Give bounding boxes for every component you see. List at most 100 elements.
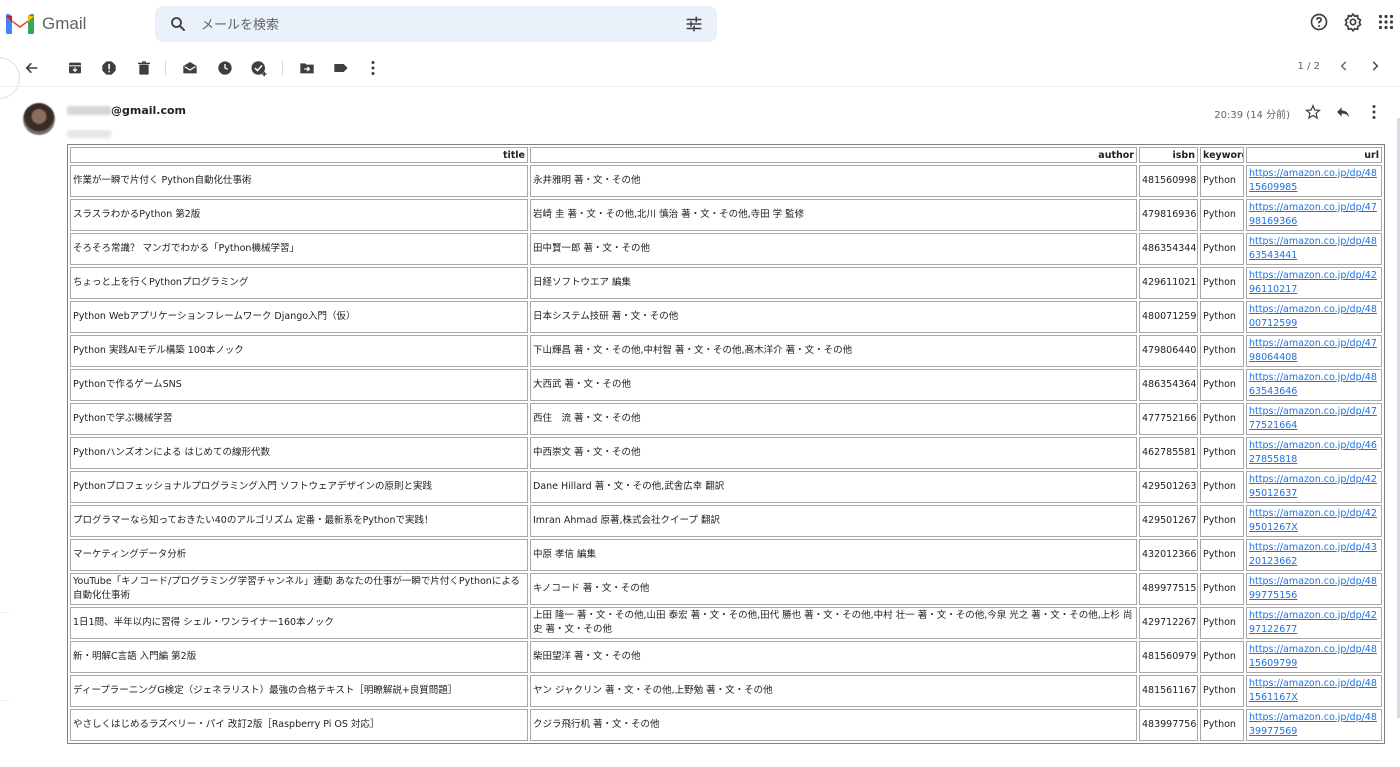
snooze-icon[interactable] (216, 59, 234, 77)
apps-grid-icon[interactable] (1378, 14, 1394, 30)
chevron-right-icon[interactable] (1368, 59, 1382, 73)
cell-keyword: Python (1200, 267, 1244, 299)
recipient-line[interactable] (67, 123, 111, 142)
table-row: YouTube「キノコード/プログラミング学習チャンネル」連動 あなたの仕事が一… (70, 573, 1382, 605)
amazon-link[interactable]: https://amazon.co.jp/dp/481561167X (1249, 677, 1379, 705)
cell-isbn: 4815609985 (1139, 165, 1198, 197)
cell-isbn: 4777521664 (1139, 403, 1198, 435)
cell-isbn: 481561167X (1139, 675, 1198, 707)
table-row: Pythonプロフェッショナルプログラミング入門 ソフトウェアデザインの原則と実… (70, 471, 1382, 503)
amazon-link[interactable]: https://amazon.co.jp/dp/4627855818 (1249, 439, 1379, 467)
amazon-link[interactable]: https://amazon.co.jp/dp/4839977569 (1249, 711, 1379, 739)
cell-url: https://amazon.co.jp/dp/481561167X (1246, 675, 1382, 707)
cell-url: https://amazon.co.jp/dp/4798064408 (1246, 335, 1382, 367)
amazon-link[interactable]: https://amazon.co.jp/dp/4295012637 (1249, 473, 1379, 501)
cell-keyword: Python (1200, 505, 1244, 537)
cell-author: 上田 隆一 著・文・その他,山田 泰宏 著・文・その他,田代 勝也 著・文・その… (530, 607, 1137, 639)
move-to-icon[interactable] (298, 59, 316, 77)
amazon-link[interactable]: https://amazon.co.jp/dp/4296110217 (1249, 269, 1379, 297)
table-row: スラスラわかるPython 第2版 岩崎 圭 著・文・その他,北川 慎治 著・文・… (70, 199, 1382, 231)
sender-avatar[interactable] (23, 103, 55, 135)
mark-unread-icon[interactable] (181, 59, 199, 77)
cell-url: https://amazon.co.jp/dp/4798169366 (1246, 199, 1382, 231)
help-icon[interactable] (1309, 12, 1329, 32)
cell-isbn: 4800712599 (1139, 301, 1198, 333)
cell-keyword: Python (1200, 641, 1244, 673)
cell-keyword: Python (1200, 199, 1244, 231)
table-row: マーケティングデータ分析 中原 孝信 編集 4320123662 Python http… (70, 539, 1382, 571)
amazon-link[interactable]: https://amazon.co.jp/dp/4863543646 (1249, 371, 1379, 399)
more-vert-icon[interactable] (364, 59, 382, 77)
delete-icon[interactable] (135, 59, 153, 77)
cell-url: https://amazon.co.jp/dp/4777521664 (1246, 403, 1382, 435)
cell-isbn: 429501267X (1139, 505, 1198, 537)
cell-author: クジラ飛行机 著・文・その他 (530, 709, 1137, 741)
star-icon[interactable] (1305, 104, 1321, 120)
cell-author: 西住 流 著・文・その他 (530, 403, 1137, 435)
table-row: ちょっと上を行くPythonプログラミング 日経ソフトウエア 編集 42961102… (70, 267, 1382, 299)
cell-author: 日本システム技研 著・文・その他 (530, 301, 1137, 333)
cell-keyword: Python (1200, 675, 1244, 707)
header-keyword: keyword (1200, 147, 1244, 163)
sender-email-domain: @gmail.com (111, 104, 187, 117)
search-input[interactable] (199, 10, 663, 40)
search-options-icon[interactable] (685, 15, 703, 33)
cell-title: やさしくはじめるラズベリー・パイ 改訂2版［Raspberry Pi OS 対応… (70, 709, 528, 741)
cell-author: キノコード 著・文・その他 (530, 573, 1137, 605)
cell-keyword: Python (1200, 471, 1244, 503)
cell-isbn: 4839977569 (1139, 709, 1198, 741)
gmail-logo[interactable]: Gmail (6, 13, 86, 34)
header-author: author (530, 147, 1137, 163)
amazon-link[interactable]: https://amazon.co.jp/dp/4815609985 (1249, 167, 1379, 195)
amazon-link[interactable]: https://amazon.co.jp/dp/4800712599 (1249, 303, 1379, 331)
chevron-left-icon[interactable] (1337, 59, 1351, 73)
search-bar (155, 6, 717, 42)
amazon-link[interactable]: https://amazon.co.jp/dp/4798064408 (1249, 337, 1379, 365)
amazon-link[interactable]: https://amazon.co.jp/dp/4863543441 (1249, 235, 1379, 263)
amazon-link[interactable]: https://amazon.co.jp/dp/429501267X (1249, 507, 1379, 535)
sender-address[interactable]: @gmail.com (67, 104, 186, 117)
cell-title: YouTube「キノコード/プログラミング学習チャンネル」連動 あなたの仕事が一… (70, 573, 528, 605)
amazon-link[interactable]: https://amazon.co.jp/dp/4320123662 (1249, 541, 1379, 569)
cell-title: マーケティングデータ分析 (70, 539, 528, 571)
amazon-link[interactable]: https://amazon.co.jp/dp/4297122677 (1249, 609, 1379, 637)
cell-url: https://amazon.co.jp/dp/4899775156 (1246, 573, 1382, 605)
report-spam-icon[interactable] (100, 59, 118, 77)
cell-author: 田中賢一郎 著・文・その他 (530, 233, 1137, 265)
cell-url: https://amazon.co.jp/dp/4815609985 (1246, 165, 1382, 197)
archive-icon[interactable] (66, 59, 84, 77)
cell-url: https://amazon.co.jp/dp/4863543646 (1246, 369, 1382, 401)
table-row: 作業が一瞬で片付く Python自動化仕事術 永井雅明 著・文・その他 481560… (70, 165, 1382, 197)
cell-url: https://amazon.co.jp/dp/4800712599 (1246, 301, 1382, 333)
cell-author: ヤン ジャクリン 著・文・その他,上野勉 著・文・その他 (530, 675, 1137, 707)
label-icon[interactable] (332, 59, 350, 77)
table-row: Pythonハンズオンによる はじめての線形代数 中西崇文 著・文・その他 4627… (70, 437, 1382, 469)
amazon-link[interactable]: https://amazon.co.jp/dp/4899775156 (1249, 575, 1379, 603)
amazon-link[interactable]: https://amazon.co.jp/dp/4815609799 (1249, 643, 1379, 671)
add-task-icon[interactable] (250, 59, 268, 77)
back-arrow-icon[interactable] (23, 59, 41, 77)
message-more-icon[interactable] (1368, 104, 1380, 120)
table-row: Python Webアプリケーションフレームワーク Django入門（仮） 日本シ… (70, 301, 1382, 333)
cell-author: 岩崎 圭 著・文・その他,北川 慎治 著・文・その他,寺田 学 監修 (530, 199, 1137, 231)
reply-icon[interactable] (1335, 104, 1351, 120)
amazon-link[interactable]: https://amazon.co.jp/dp/4777521664 (1249, 405, 1379, 433)
header-title: title (70, 147, 528, 163)
amazon-link[interactable]: https://amazon.co.jp/dp/4798169366 (1249, 201, 1379, 229)
cell-url: https://amazon.co.jp/dp/4297122677 (1246, 607, 1382, 639)
rail-divider (0, 612, 10, 613)
gmail-m-icon (6, 13, 34, 34)
table-row: プログラマーなら知っておきたい40のアルゴリズム 定番・最新系をPythonで実… (70, 505, 1382, 537)
search-icon[interactable] (169, 15, 187, 33)
cell-isbn: 4296110217 (1139, 267, 1198, 299)
settings-icon[interactable] (1343, 12, 1363, 32)
cell-title: Pythonで作るゲームSNS (70, 369, 528, 401)
cell-keyword: Python (1200, 437, 1244, 469)
cell-url: https://amazon.co.jp/dp/4320123662 (1246, 539, 1382, 571)
cell-keyword: Python (1200, 539, 1244, 571)
pagination-count: 1 / 2 (1297, 61, 1320, 72)
table-row: Pythonで作るゲームSNS 大西武 著・文・その他 4863543646 Pyth… (70, 369, 1382, 401)
cell-keyword: Python (1200, 165, 1244, 197)
cell-author: Dane Hillard 著・文・その他,武舎広幸 翻訳 (530, 471, 1137, 503)
cell-title: Python Webアプリケーションフレームワーク Django入門（仮） (70, 301, 528, 333)
